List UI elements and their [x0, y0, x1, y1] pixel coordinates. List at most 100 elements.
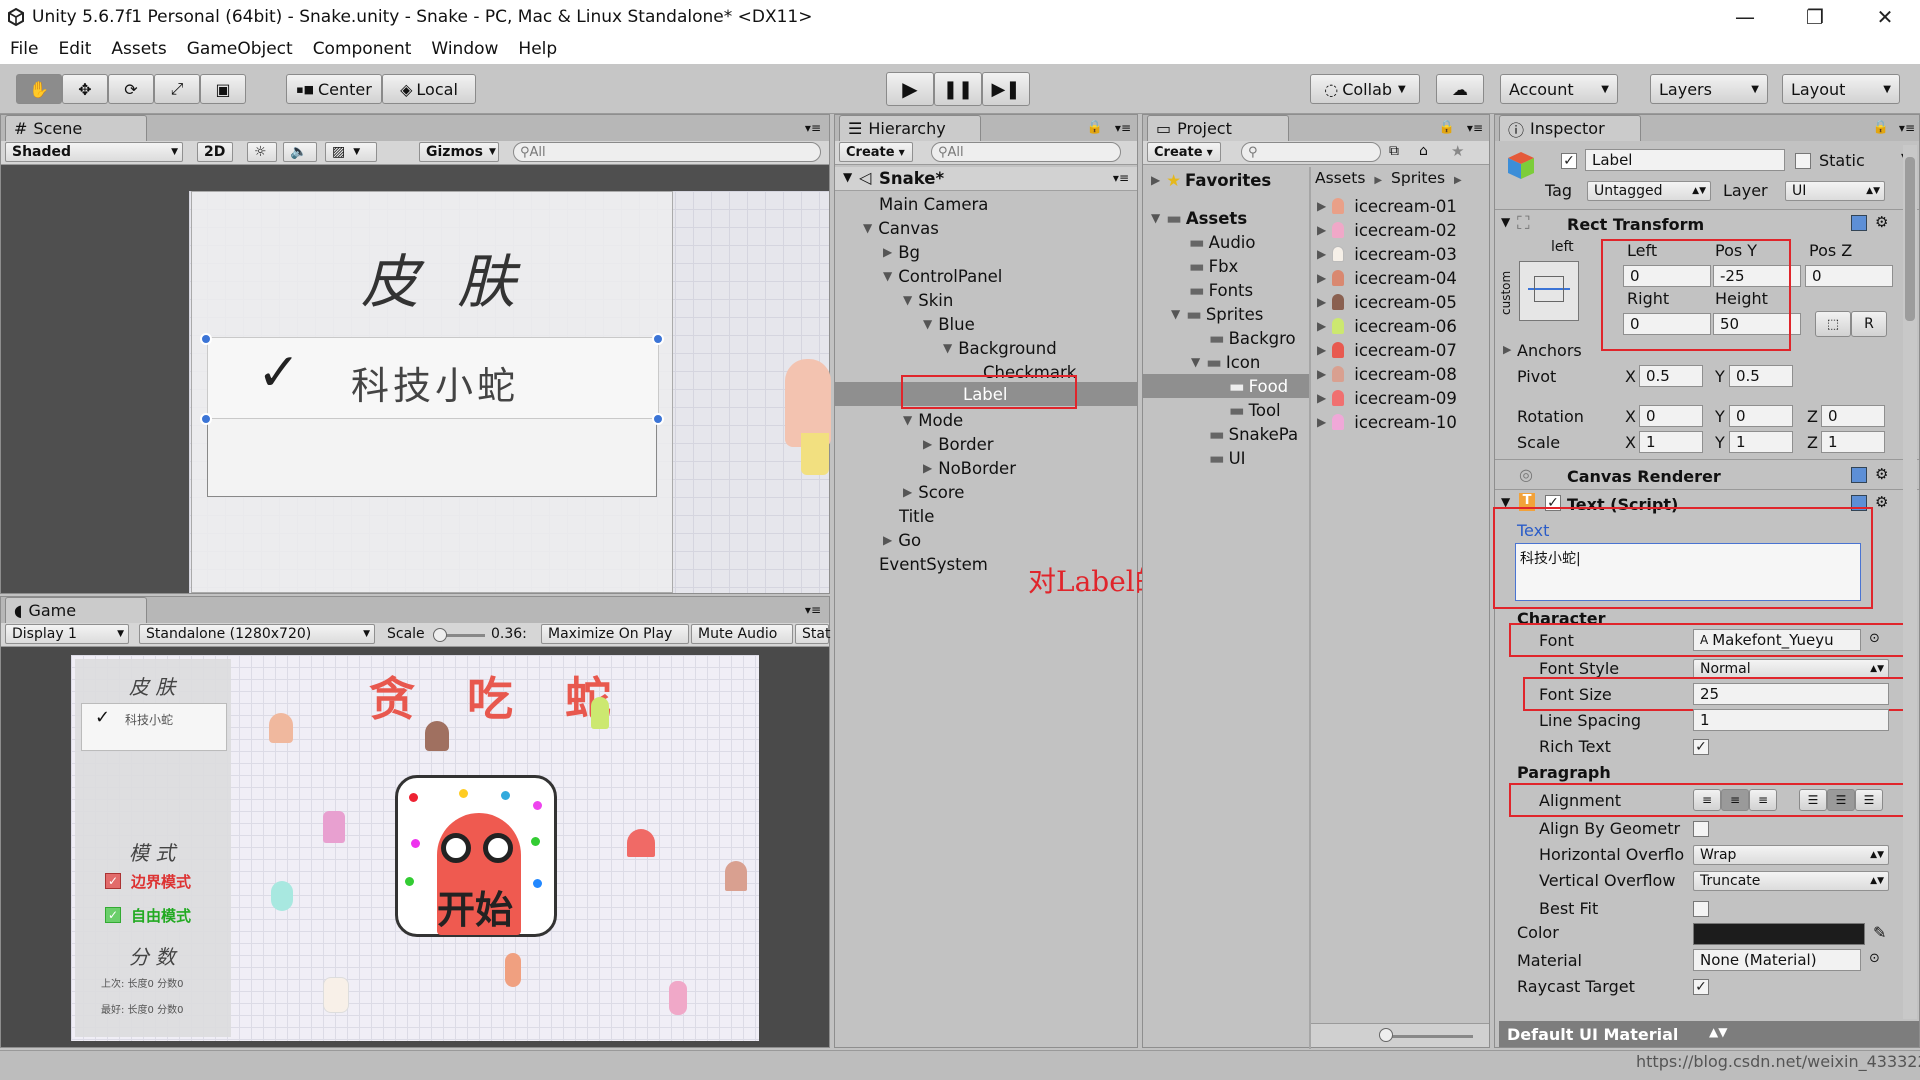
hierarchy-item-controlpanel[interactable]: ▼ ControlPanel	[883, 264, 1002, 288]
collab-dropdown[interactable]: ◌ Collab ▼	[1310, 74, 1420, 104]
hierarchy-item-eventsystem[interactable]: EventSystem	[879, 552, 988, 576]
file-icecream-01[interactable]: ▶ icecream-01	[1317, 194, 1457, 218]
expand-arrow-icon[interactable]: ▼	[863, 221, 872, 235]
favorite-star-icon[interactable]: ★	[1451, 142, 1464, 160]
file-icecream-05[interactable]: ▶ icecream-05	[1317, 290, 1457, 314]
best-fit-checkbox[interactable]	[1693, 901, 1709, 917]
scale-x-field[interactable]: 1	[1639, 431, 1703, 453]
active-checkbox[interactable]: ✓	[1561, 153, 1577, 169]
rect-handle[interactable]	[200, 333, 212, 345]
hierarchy-item-blue[interactable]: ▼ Blue	[923, 312, 975, 336]
audio-toggle[interactable]: 🔈	[283, 142, 317, 162]
free-mode-checkbox[interactable]: ✓	[105, 907, 121, 923]
expand-arrow-icon[interactable]: ▼	[1151, 211, 1160, 225]
folder-sprites[interactable]: ▼ ▬ Sprites	[1171, 302, 1263, 326]
expand-arrow-icon[interactable]: ▼	[943, 341, 952, 355]
canvas-renderer-header[interactable]: Canvas Renderer	[1567, 467, 1721, 486]
folder-food[interactable]: ▬ Food	[1229, 374, 1288, 398]
material-field[interactable]: None (Material)	[1693, 949, 1861, 971]
collapse-arrow-icon[interactable]: ▶	[883, 533, 892, 547]
layers-dropdown[interactable]: Layers ▼	[1650, 74, 1768, 104]
menu-window[interactable]: Window	[421, 39, 508, 59]
mode-2d-toggle[interactable]: 2D	[197, 142, 233, 162]
collapse-arrow-icon[interactable]: ▶	[1317, 391, 1326, 405]
pivot-y-field[interactable]: 0.5	[1729, 365, 1793, 387]
menu-assets[interactable]: Assets	[101, 39, 176, 59]
component-settings-gear-icon[interactable]: ⚙	[1875, 465, 1888, 483]
favorites-item[interactable]: ▶ ★ Favorites	[1151, 168, 1271, 192]
resolution-dropdown[interactable]: Standalone (1280x720) ▼	[139, 624, 375, 644]
breadcrumb-assets[interactable]: Assets	[1315, 169, 1365, 187]
cloud-button[interactable]: ☁	[1436, 74, 1484, 104]
collapse-arrow-icon[interactable]: ▶	[1317, 319, 1326, 333]
collapse-arrow-icon[interactable]: ▶	[1317, 223, 1326, 237]
filter-label-icon[interactable]: ⌂	[1419, 143, 1428, 159]
anchors-foldout[interactable]: Anchors	[1517, 341, 1582, 360]
maximize-on-play-toggle[interactable]: Maximize On Play	[541, 624, 689, 644]
font-style-dropdown[interactable]: Normal ▲▼	[1693, 659, 1889, 679]
tab-project[interactable]: ▭ Project	[1147, 115, 1289, 141]
stats-toggle[interactable]: Stat	[795, 624, 830, 644]
move-tool-button[interactable]: ✥	[62, 74, 108, 104]
filter-type-icon[interactable]: ⧉	[1389, 143, 1399, 159]
inspector-scrollbar[interactable]	[1903, 145, 1917, 1019]
gameobject-name-field[interactable]: Label	[1585, 149, 1785, 171]
lock-icon[interactable]: 🔒	[1873, 120, 1889, 135]
project-split-divider[interactable]	[1309, 167, 1311, 1049]
horizontal-overflow-dropdown[interactable]: Wrap ▲▼	[1693, 845, 1889, 865]
expand-arrow-icon[interactable]: ▼	[883, 269, 892, 283]
expand-arrow-icon[interactable]: ▼	[1171, 307, 1180, 321]
pivot-x-field[interactable]: 0.5	[1639, 365, 1703, 387]
rect-tool-button[interactable]: ▣	[200, 74, 246, 104]
file-icecream-07[interactable]: ▶ icecream-07	[1317, 338, 1457, 362]
expand-arrow-icon[interactable]: ▼	[923, 317, 932, 331]
file-icecream-04[interactable]: ▶ icecream-04	[1317, 266, 1457, 290]
tag-dropdown[interactable]: Untagged ▲▼	[1587, 181, 1711, 201]
step-button[interactable]: ▶❚	[982, 72, 1030, 106]
rich-text-checkbox[interactable]: ✓	[1693, 739, 1709, 755]
panel-menu-icon[interactable]: ▾≡	[805, 603, 821, 617]
component-settings-gear-icon[interactable]: ⚙	[1875, 493, 1888, 511]
lock-icon[interactable]: 🔒	[1439, 120, 1455, 135]
expand-arrow-icon[interactable]: ▼	[1191, 355, 1200, 369]
project-search-input[interactable]: ⚲	[1241, 142, 1381, 162]
layout-dropdown[interactable]: Layout ▼	[1782, 74, 1900, 104]
raw-edit-button[interactable]: R	[1851, 311, 1887, 337]
hierarchy-item-mode[interactable]: ▼ Mode	[903, 408, 963, 432]
menu-file[interactable]: File	[0, 39, 48, 59]
shading-mode-dropdown[interactable]: Shaded ▼	[5, 142, 183, 162]
tab-game[interactable]: ◖ Game	[5, 597, 147, 623]
pause-button[interactable]: ❚❚	[934, 72, 982, 106]
vertical-overflow-dropdown[interactable]: Truncate ▲▼	[1693, 871, 1889, 891]
hierarchy-item-bg[interactable]: ▶ Bg	[883, 240, 920, 264]
expand-arrow-icon[interactable]: ▼	[1501, 215, 1510, 229]
folder-fonts[interactable]: ▬ Fonts	[1189, 278, 1253, 302]
restore-button[interactable]: ❐	[1780, 0, 1850, 34]
hierarchy-item-go[interactable]: ▶ Go	[883, 528, 921, 552]
file-icecream-10[interactable]: ▶ icecream-10	[1317, 410, 1457, 434]
collapse-arrow-icon[interactable]: ▶	[1317, 415, 1326, 429]
scene-menu-icon[interactable]: ▾≡	[1113, 171, 1129, 185]
expand-arrow-icon[interactable]: ▼	[903, 293, 912, 307]
default-material-bar[interactable]: Default UI Material ▲▼	[1499, 1021, 1919, 1047]
rect-handle[interactable]	[652, 333, 664, 345]
mute-audio-toggle[interactable]: Mute Audio	[691, 624, 793, 644]
border-mode-checkbox[interactable]: ✓	[105, 873, 121, 889]
rotation-x-field[interactable]: 0	[1639, 405, 1703, 427]
raycast-target-checkbox[interactable]: ✓	[1693, 979, 1709, 995]
folder-tool[interactable]: ▬ Tool	[1229, 398, 1281, 422]
rect-handle[interactable]	[200, 413, 212, 425]
tab-hierarchy[interactable]: ☰ Hierarchy	[839, 115, 981, 141]
project-create-dropdown[interactable]: Create ▼	[1147, 142, 1221, 162]
assets-folder[interactable]: ▼ ▬ Assets	[1151, 206, 1247, 230]
rotate-tool-button[interactable]: ⟳	[108, 74, 154, 104]
collapse-arrow-icon[interactable]: ▶	[1317, 271, 1326, 285]
hierarchy-item-main-camera[interactable]: Main Camera	[879, 192, 988, 216]
scale-z-field[interactable]: 1	[1821, 431, 1885, 453]
collapse-arrow-icon[interactable]: ▶	[903, 485, 912, 499]
collapse-arrow-icon[interactable]: ▶	[923, 437, 932, 451]
account-dropdown[interactable]: Account ▼	[1500, 74, 1618, 104]
hierarchy-item-canvas[interactable]: ▼ Canvas	[863, 216, 939, 240]
thumbnail-size-slider[interactable]	[1383, 1035, 1473, 1038]
folder-background[interactable]: ▬ Backgro	[1209, 326, 1296, 350]
